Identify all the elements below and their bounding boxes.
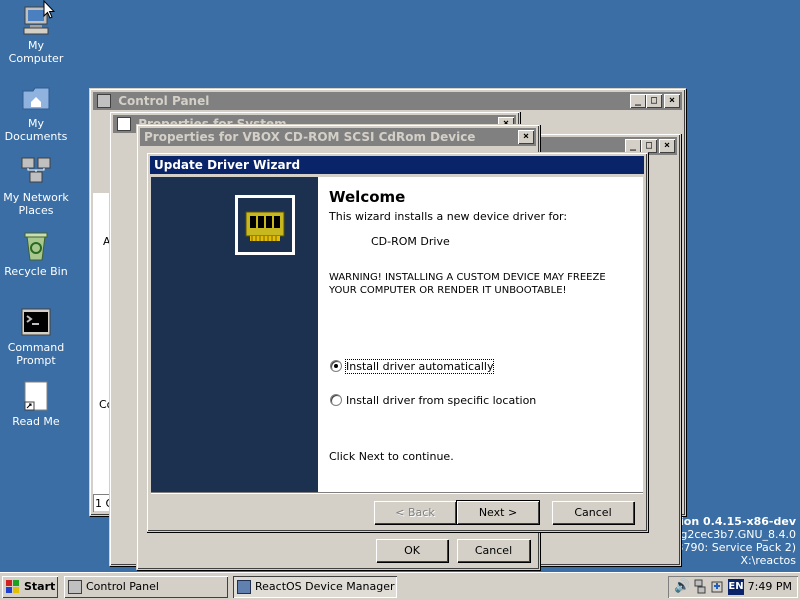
taskbar-item-label: ReactOS Device Manager xyxy=(255,580,395,593)
volume-icon[interactable]: 🔊 xyxy=(674,579,690,595)
wizard-separator xyxy=(151,492,643,494)
wizard-content: Welcome This wizard installs a new devic… xyxy=(318,177,643,492)
taskbar: Start Control Panel ReactOS Device Manag… xyxy=(0,572,800,600)
desktop-icon-label: My Documents xyxy=(4,117,68,143)
my-documents-icon xyxy=(20,82,52,114)
maximize-icon[interactable]: □ xyxy=(641,139,657,153)
start-button[interactable]: Start xyxy=(2,576,58,598)
option-install-automatically[interactable]: Install driver automatically xyxy=(329,358,509,374)
option-install-specific-location[interactable]: Install driver from specific location xyxy=(329,392,549,408)
cancel-button[interactable]: Cancel xyxy=(457,539,530,562)
control-panel-app-icon xyxy=(97,94,111,108)
device-properties-titlebar[interactable]: Properties for VBOX CD-ROM SCSI CdRom De… xyxy=(140,128,536,146)
window-title: Properties for VBOX CD-ROM SCSI CdRom De… xyxy=(144,130,476,144)
language-indicator[interactable]: EN xyxy=(728,579,744,595)
desktop-icon-my-computer[interactable]: My Computer xyxy=(0,4,72,65)
radio-button[interactable] xyxy=(330,394,342,406)
command-prompt-icon xyxy=(20,306,52,338)
desktop-icon-label: Command Prompt xyxy=(7,341,65,367)
system-tray: 🔊 EN 7:49 PM xyxy=(668,576,798,598)
desktop-icon-label: Recycle Bin xyxy=(4,265,68,278)
cancel-button[interactable]: Cancel xyxy=(552,501,634,524)
close-icon[interactable]: × xyxy=(664,94,680,108)
version-line: sion 0.4.15-x86-dev xyxy=(673,515,796,528)
desktop-icon-label: Read Me xyxy=(12,415,60,428)
option-label: Install driver automatically xyxy=(344,359,495,374)
version-line: d 3790: Service Pack 2) xyxy=(666,541,796,554)
back-button[interactable]: < Back xyxy=(374,501,456,524)
desktop-icon-label: My Network Places xyxy=(3,191,69,217)
version-line: 92-g2cec3b7.GNU_8.4.0 xyxy=(662,528,796,541)
version-watermark: sion 0.4.15-x86-dev 92-g2cec3b7.GNU_8.4.… xyxy=(662,515,796,567)
start-label: Start xyxy=(24,580,56,593)
device-name: CD-ROM Drive xyxy=(371,235,450,248)
minimize-icon[interactable]: _ xyxy=(630,94,646,108)
mouse-cursor-icon xyxy=(43,0,56,23)
wizard-heading: Welcome xyxy=(329,188,406,206)
version-line: X:\reactos xyxy=(740,554,796,567)
clock[interactable]: 7:49 PM xyxy=(748,580,792,593)
desktop-icon-network-places[interactable]: My Network Places xyxy=(0,156,72,217)
control-panel-titlebar[interactable]: Control Panel _ □ × xyxy=(93,92,682,110)
option-label: Install driver from specific location xyxy=(346,394,537,407)
close-icon[interactable]: × xyxy=(659,139,675,153)
taskbar-item-device-manager[interactable]: ReactOS Device Manager xyxy=(233,576,397,598)
document-shortcut-icon xyxy=(20,380,52,412)
warning-text-line: WARNING! INSTALLING A CUSTOM DEVICE MAY … xyxy=(329,272,606,283)
next-button[interactable]: Next > xyxy=(456,500,540,525)
minimize-icon[interactable]: _ xyxy=(625,139,641,153)
warning-text-line: YOUR COMPUTER OR RENDER IT UNBOOTABLE! xyxy=(329,285,567,296)
window-title: Update Driver Wizard xyxy=(154,158,301,172)
device-manager-app-icon xyxy=(237,580,251,594)
wizard-titlebar[interactable]: Update Driver Wizard xyxy=(150,156,644,174)
wizard-intro: This wizard installs a new device driver… xyxy=(329,210,568,223)
desktop-icon-command-prompt[interactable]: Command Prompt xyxy=(0,306,72,367)
control-panel-app-icon xyxy=(68,580,82,594)
close-icon[interactable]: × xyxy=(518,130,534,144)
network-icon[interactable] xyxy=(694,579,706,594)
taskbar-item-label: Control Panel xyxy=(86,580,159,593)
continue-instruction: Click Next to continue. xyxy=(329,450,454,463)
desktop-icon-label: My Computer xyxy=(8,39,64,65)
maximize-icon[interactable]: □ xyxy=(646,94,662,108)
update-driver-wizard[interactable]: Update Driver Wizard Welcome This wizard… xyxy=(146,152,648,532)
hardware-chip-icon xyxy=(235,195,295,255)
window-title: Control Panel xyxy=(118,94,210,108)
recycle-bin-icon xyxy=(20,230,52,262)
taskbar-item-control-panel[interactable]: Control Panel xyxy=(64,576,228,598)
ok-button[interactable]: OK xyxy=(376,539,448,562)
network-places-icon xyxy=(20,156,52,188)
desktop-icon-my-documents[interactable]: My Documents xyxy=(0,82,72,143)
radio-button-selected[interactable] xyxy=(330,360,342,372)
start-logo-icon xyxy=(6,580,20,594)
safely-remove-icon[interactable] xyxy=(710,579,724,594)
desktop-icon-recycle-bin[interactable]: Recycle Bin xyxy=(0,230,72,278)
wizard-banner xyxy=(151,177,318,492)
desktop-icon-read-me[interactable]: Read Me xyxy=(0,380,72,428)
system-properties-app-icon xyxy=(117,117,131,131)
